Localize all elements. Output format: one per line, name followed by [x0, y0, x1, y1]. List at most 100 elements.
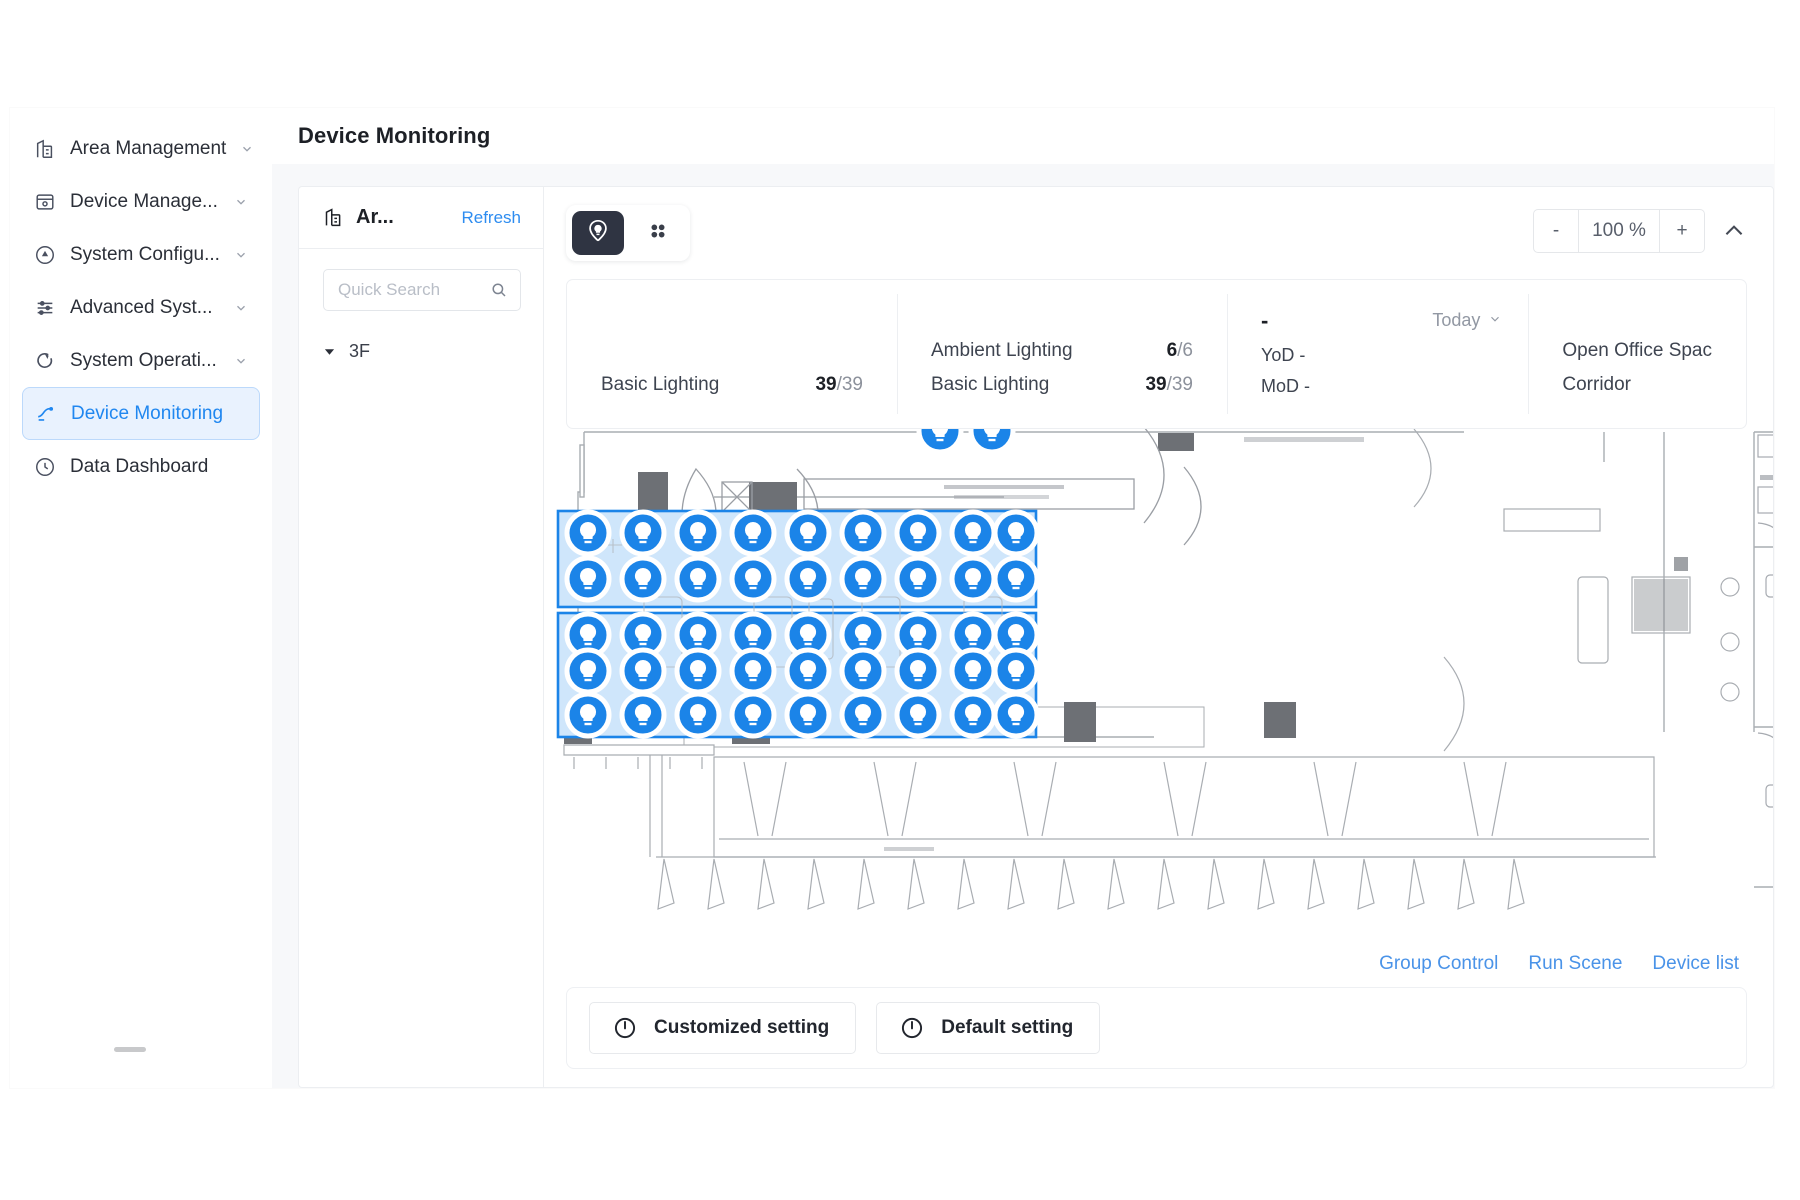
operations-icon — [34, 350, 56, 372]
floorplan-canvas[interactable] — [544, 427, 1773, 957]
light-marker — [674, 691, 722, 739]
map-toolbar — [566, 205, 690, 261]
sidebar-item-device-management[interactable]: Device Manage... — [22, 175, 260, 228]
stat-row: Basic Lighting 39/39 — [601, 368, 863, 402]
sidebar-item-label: System Configu... — [70, 243, 220, 265]
zoom-out-button[interactable]: - — [1534, 210, 1578, 252]
sliders-icon — [34, 297, 56, 319]
chevron-down-icon[interactable] — [234, 301, 248, 315]
application-window: Area Management Device Manage... System … — [10, 108, 1774, 1088]
stat-row: Ambient Lighting 6/6 — [931, 334, 1193, 368]
sidebar-item-label: Area Management — [70, 137, 227, 159]
period-label: Today — [1432, 310, 1481, 330]
light-marker — [564, 647, 612, 695]
search-input[interactable] — [338, 280, 484, 300]
grid-four-dots-icon — [647, 220, 669, 247]
chevron-down-icon[interactable] — [234, 248, 248, 262]
chevron-down-icon[interactable] — [234, 195, 248, 209]
statistics-strip: Basic Lighting 39/39 Ambient Lighting 6/… — [566, 279, 1747, 429]
stat-card-energy: Today - YoD - MoD - — [1227, 280, 1528, 428]
chevron-down-icon[interactable] — [240, 142, 254, 156]
light-marker — [619, 509, 667, 557]
power-icon — [612, 1015, 638, 1041]
light-marker — [839, 691, 887, 739]
energy-mod: MoD - — [1261, 376, 1310, 396]
light-marker — [916, 427, 964, 455]
sidebar-item-label: Data Dashboard — [70, 455, 209, 477]
zoom-control: - 100 % + — [1533, 209, 1747, 253]
sidebar-item-advanced-system[interactable]: Advanced Syst... — [22, 281, 260, 334]
settings-circle-icon — [34, 244, 56, 266]
caret-down-icon[interactable] — [323, 346, 335, 357]
tree-node-3f[interactable]: 3F — [323, 337, 543, 365]
dashboard-clock-icon — [34, 456, 56, 478]
light-marker — [619, 691, 667, 739]
stat-card-areas: Open Office Spac Corridor — [1528, 280, 1746, 428]
workspace: Ar... Refresh Quick Search 3F - 100 % + … — [272, 164, 1774, 1088]
sidebar-item-system-operations[interactable]: System Operati... — [22, 334, 260, 387]
light-marker — [992, 691, 1040, 739]
map-action-links: Group Control Run Scene Device list — [1379, 953, 1739, 975]
area-tree: 3F — [299, 311, 543, 365]
area-name: Open Office Spac — [1562, 340, 1712, 361]
content-area: Device Monitoring Ar... Refresh Quick Se… — [272, 108, 1774, 1088]
light-marker — [729, 555, 777, 603]
energy-yod: YoD - — [1261, 345, 1306, 365]
stat-card-lighting-breakdown: Ambient Lighting 6/6 Basic Lighting 39/3… — [897, 280, 1227, 428]
light-marker — [674, 647, 722, 695]
light-marker — [784, 691, 832, 739]
sidebar-scroll-indicator[interactable] — [114, 1047, 146, 1052]
stat-label: Basic Lighting — [601, 374, 720, 395]
light-marker — [839, 555, 887, 603]
sidebar-item-system-configuration[interactable]: System Configu... — [22, 228, 260, 281]
light-marker — [564, 691, 612, 739]
stat-card-basic-lighting: Basic Lighting 39/39 — [567, 280, 897, 428]
area-search-wrapper — [299, 249, 543, 311]
sidebar: Area Management Device Manage... System … — [10, 108, 272, 1088]
stat-label: Basic Lighting — [931, 374, 1050, 395]
refresh-button[interactable]: Refresh — [461, 208, 521, 228]
chevron-up-icon[interactable] — [1721, 218, 1747, 244]
light-marker — [729, 691, 777, 739]
light-marker — [729, 509, 777, 557]
zoom-level-value: 100 % — [1578, 210, 1660, 252]
floorplan-svg — [556, 427, 1773, 910]
group-control-link[interactable]: Group Control — [1379, 953, 1498, 975]
tree-node-label: 3F — [349, 340, 371, 361]
device-list-link[interactable]: Device list — [1652, 953, 1739, 975]
zoom-in-button[interactable]: + — [1660, 210, 1704, 252]
device-card-icon — [34, 191, 56, 213]
bulb-pin-icon — [585, 218, 611, 249]
light-marker — [839, 647, 887, 695]
light-marker — [784, 509, 832, 557]
map-panel: - 100 % + Basic Lighting 39/39 Ambient L… — [543, 186, 1774, 1088]
light-marker — [564, 509, 612, 557]
view-mode-group — [566, 205, 690, 261]
light-marker — [784, 555, 832, 603]
light-marker — [729, 647, 777, 695]
light-marker — [992, 509, 1040, 557]
default-setting-button[interactable]: Default setting — [876, 1002, 1101, 1054]
area-panel-header: Ar... Refresh — [299, 187, 543, 249]
chevron-down-icon[interactable] — [234, 354, 248, 368]
light-marker — [949, 555, 997, 603]
sidebar-item-data-dashboard[interactable]: Data Dashboard — [22, 440, 260, 493]
area-tree-panel: Ar... Refresh Quick Search 3F — [298, 186, 543, 1088]
search-icon[interactable] — [490, 281, 508, 299]
chevron-down-icon — [1488, 310, 1502, 331]
light-marker — [949, 691, 997, 739]
light-marker — [564, 555, 612, 603]
sidebar-item-area-management[interactable]: Area Management — [22, 122, 260, 175]
light-marker — [894, 509, 942, 557]
run-scene-link[interactable]: Run Scene — [1528, 953, 1622, 975]
search-box[interactable] — [323, 269, 521, 311]
sidebar-item-device-monitoring[interactable]: Device Monitoring — [22, 387, 260, 440]
sidebar-item-label: Advanced Syst... — [70, 296, 213, 318]
zoom-group: - 100 % + — [1533, 209, 1705, 253]
grid-view-button[interactable] — [632, 211, 684, 255]
lighting-view-button[interactable] — [572, 211, 624, 255]
period-selector[interactable]: Today — [1432, 310, 1502, 331]
building-icon — [34, 138, 56, 160]
light-marker — [619, 555, 667, 603]
customized-setting-button[interactable]: Customized setting — [589, 1002, 857, 1054]
